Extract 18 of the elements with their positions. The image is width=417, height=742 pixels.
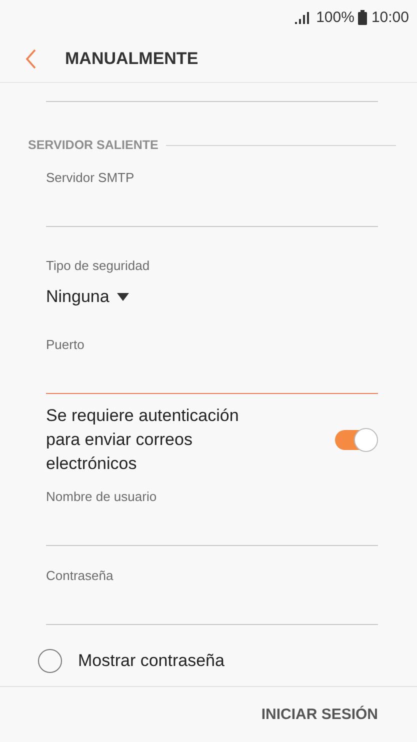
screen-title: MANUALMENTE: [65, 48, 198, 68]
field-label: Tipo de seguridad: [46, 258, 150, 274]
battery-percent: 100%: [316, 9, 354, 26]
field-label: Nombre de usuario: [46, 489, 157, 505]
toggle-label: Se requiere autenticación para enviar correos electrónicos: [46, 405, 240, 475]
back-icon[interactable]: [24, 48, 38, 68]
toggle-switch[interactable]: [334, 428, 378, 452]
sign-in-button[interactable]: INICIAR SESIÓN: [261, 702, 378, 727]
security-dropdown[interactable]: Ninguna: [46, 285, 130, 309]
field-label: Contraseña: [46, 568, 114, 584]
radio-button[interactable]: [38, 648, 62, 672]
clock-time: 10:00: [371, 9, 409, 26]
dropdown-caret-icon: [117, 293, 130, 301]
field-label: Servidor SMTP: [46, 170, 134, 186]
section-title: SERVIDOR SALIENTE: [28, 138, 158, 152]
radio-label: Mostrar contraseña: [78, 650, 224, 670]
field-label: Puerto: [46, 337, 84, 353]
battery-icon: [358, 10, 368, 25]
